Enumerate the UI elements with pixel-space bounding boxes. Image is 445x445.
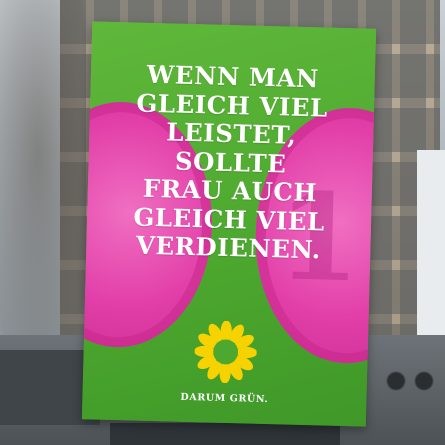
campaign-poster: 1 WENN MAN GLEICH VIEL LEISTET, SOLLTE F… bbox=[81, 21, 377, 427]
person-holding-poster bbox=[110, 423, 340, 445]
parked-bicycles bbox=[375, 345, 445, 405]
headline-line: VERDIENEN. bbox=[135, 230, 322, 265]
headline-line: LEISTET, bbox=[165, 117, 297, 150]
headline-line: GLEICH VIEL bbox=[136, 88, 329, 123]
headline-line: SOLLTE bbox=[174, 146, 287, 178]
poster-slogan: DARUM GRÜN. bbox=[180, 391, 269, 406]
bare-tree bbox=[0, 0, 95, 380]
sunflower-icon bbox=[194, 320, 258, 384]
photo-scene: 1 WENN MAN GLEICH VIEL LEISTET, SOLLTE F… bbox=[0, 0, 445, 445]
poster-headline: WENN MAN GLEICH VIEL LEISTET, SOLLTE FRA… bbox=[86, 59, 375, 266]
